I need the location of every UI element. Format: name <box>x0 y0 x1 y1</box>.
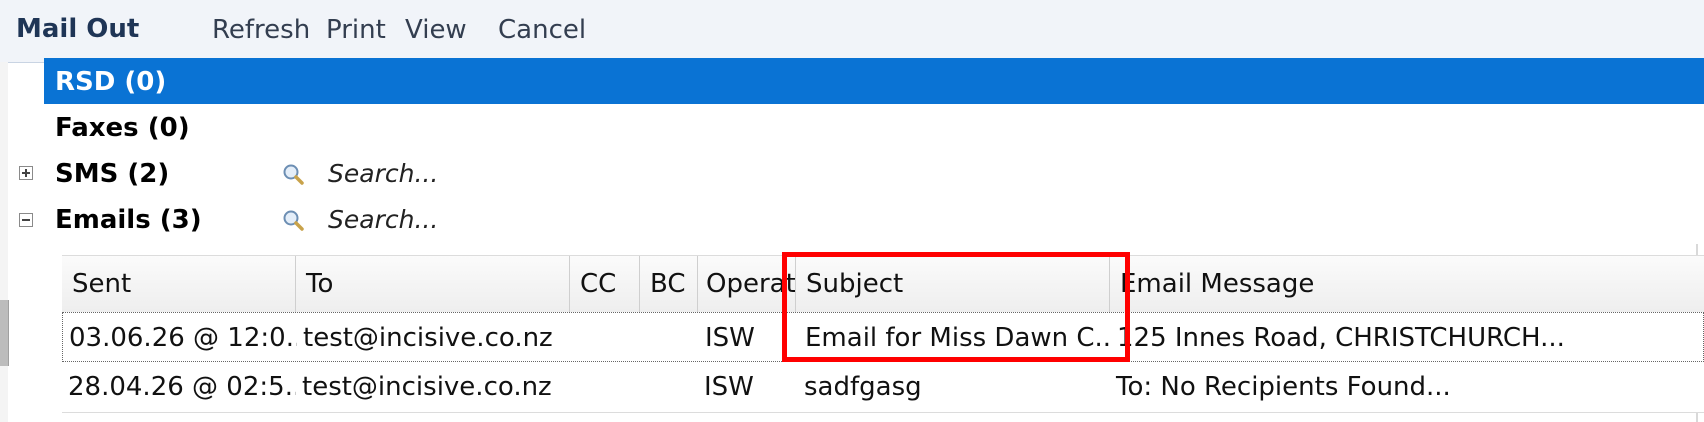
column-header-email-message[interactable]: Email Message <box>1110 256 1704 312</box>
cell-cc <box>570 362 640 412</box>
cell-subject: sadfgasg <box>804 372 922 402</box>
column-header-bc[interactable]: BC <box>640 256 698 312</box>
page-title: Mail Out <box>16 14 140 44</box>
email-grid-header: Sent To CC BC Operator Subject Email Mes… <box>62 255 1704 313</box>
group-faxes-label: Faxes (0) <box>55 113 190 143</box>
table-row[interactable]: 03.06.26 @ 12:0... test@incisive.co.nz I… <box>62 312 1704 362</box>
table-row[interactable]: 28.04.26 @ 02:5... test@incisive.co.nz I… <box>62 362 1704 413</box>
cell-email-message: To: No Recipients Found... <box>1116 372 1451 402</box>
column-header-subject[interactable]: Subject <box>796 256 1110 312</box>
minus-icon[interactable] <box>19 213 33 227</box>
group-emails[interactable]: Emails (3) Search... <box>44 196 1704 244</box>
cell-sent: 03.06.26 @ 12:0... <box>69 323 297 353</box>
cell-email-message: 125 Innes Road, CHRISTCHURCH... <box>1117 323 1565 353</box>
view-button[interactable]: View <box>405 15 467 45</box>
group-rsd[interactable]: RSD (0) <box>44 58 1704 107</box>
group-emails-label: Emails (3) <box>55 205 202 235</box>
group-sms-label: SMS (2) <box>55 159 170 189</box>
emails-search-input[interactable]: Search... <box>328 205 438 234</box>
cell-bc <box>641 313 699 363</box>
cell-sent: 28.04.26 @ 02:5... <box>68 372 296 402</box>
refresh-button[interactable]: Refresh <box>212 15 310 45</box>
cell-bc <box>640 362 698 412</box>
cell-operator: ISW <box>704 372 754 402</box>
column-header-to[interactable]: To <box>296 256 570 312</box>
cell-cc <box>571 313 641 363</box>
group-rsd-label: RSD (0) <box>55 67 167 97</box>
column-header-operator[interactable]: Operator <box>698 256 796 312</box>
cell-operator: ISW <box>705 323 755 353</box>
print-button[interactable]: Print <box>326 15 386 45</box>
sms-search-input[interactable]: Search... <box>328 159 438 188</box>
cancel-button[interactable]: Cancel <box>498 15 586 45</box>
toolbar: Mail Out Refresh Print View Cancel <box>0 0 1704 63</box>
left-gutter <box>0 62 8 422</box>
column-header-sent[interactable]: Sent <box>62 256 296 312</box>
column-header-cc[interactable]: CC <box>570 256 640 312</box>
search-icon[interactable] <box>281 208 305 232</box>
cell-to: test@incisive.co.nz <box>303 323 553 353</box>
cell-to: test@incisive.co.nz <box>302 372 552 402</box>
search-icon[interactable] <box>281 162 305 186</box>
left-scrollbar-thumb[interactable] <box>0 300 9 366</box>
group-sms[interactable]: SMS (2) Search... <box>44 150 1704 199</box>
plus-icon[interactable] <box>19 166 33 180</box>
group-faxes[interactable]: Faxes (0) <box>44 104 1704 153</box>
cell-subject: Email for Miss Dawn C... <box>805 323 1111 353</box>
